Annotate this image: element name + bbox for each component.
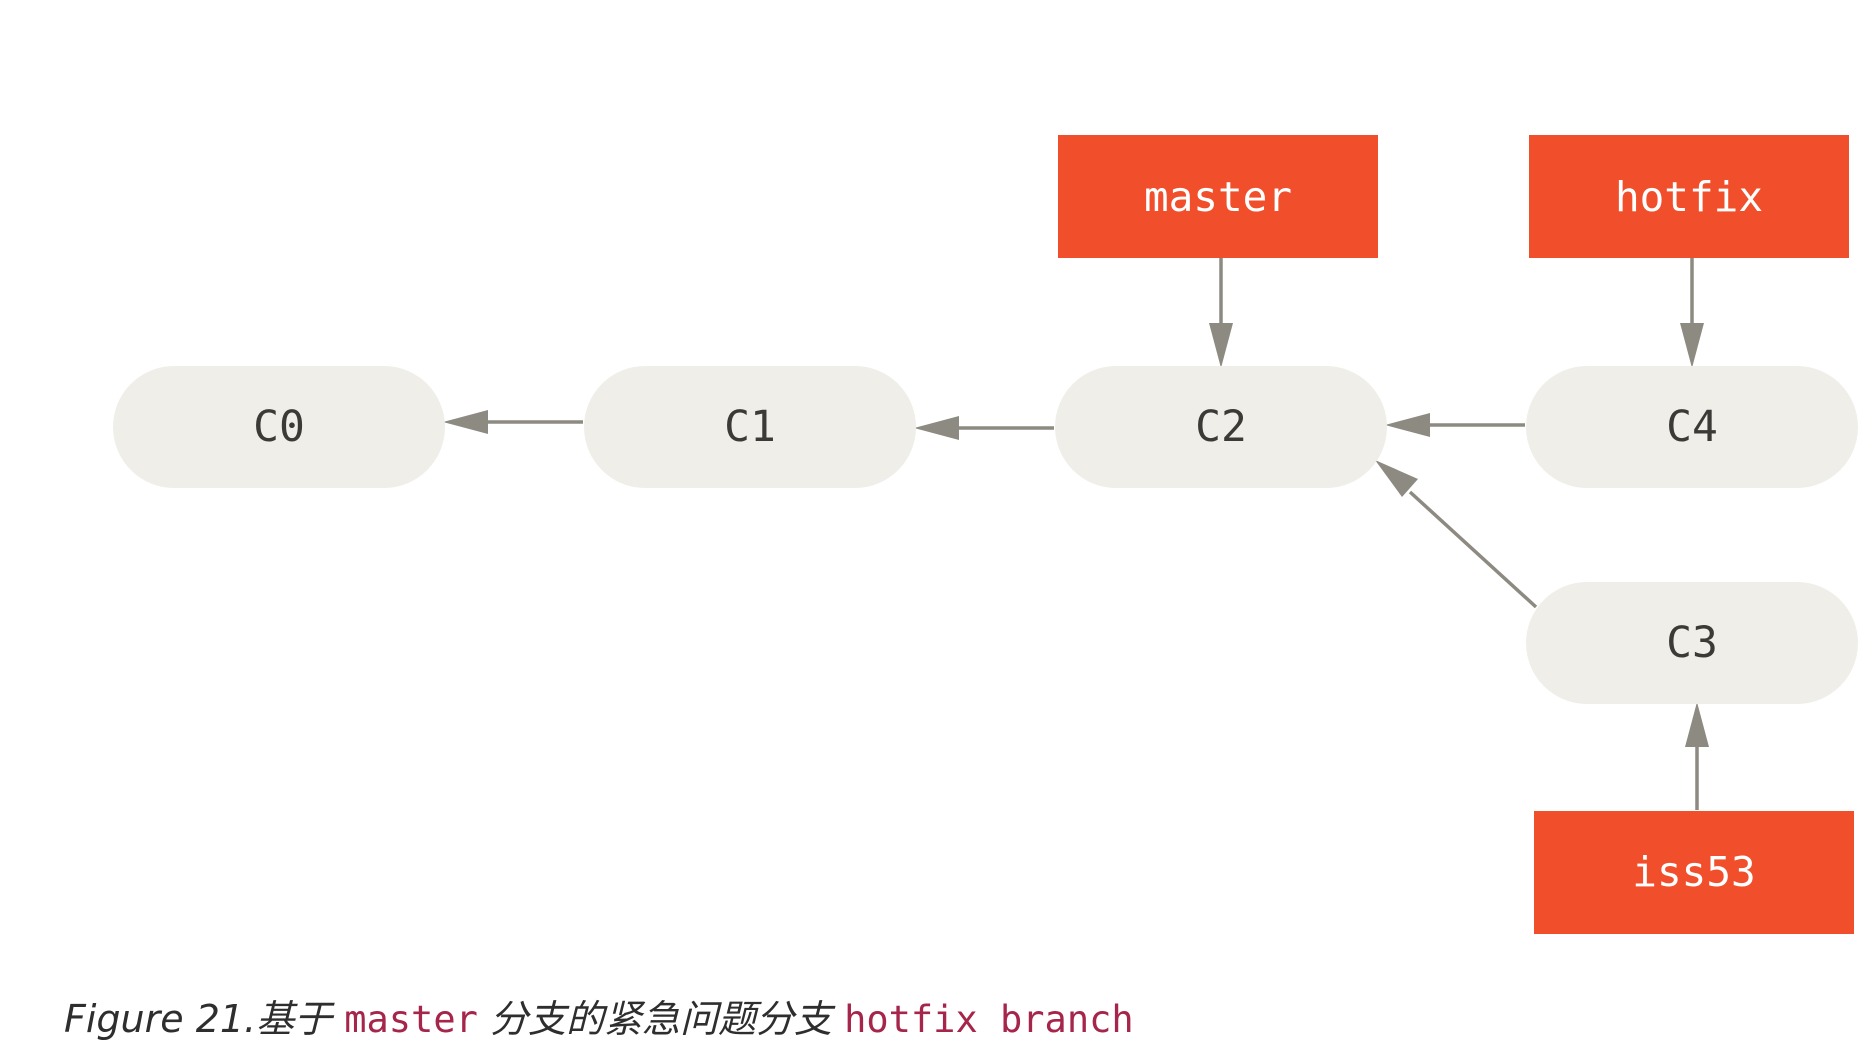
- commit-c2: C2: [1055, 366, 1387, 488]
- figure-caption: Figure 21.基于 master 分支的紧急问题分支 hotfix bra…: [64, 988, 1134, 1043]
- git-branch-diagram: C0 C1 C2 C4 C3 master hotfix iss53: [113, 135, 1858, 934]
- branch-hotfix-label: hotfix: [1615, 173, 1763, 221]
- branch-master: master: [1058, 135, 1378, 258]
- edge-hotfix-to-c4: [1680, 258, 1704, 368]
- edge-c2-to-c1: [914, 416, 1054, 440]
- edge-c1-to-c0: [443, 410, 583, 434]
- caption-figure-number: Figure 21.: [64, 997, 257, 1041]
- edge-c4-to-c2: [1385, 413, 1525, 437]
- caption-text-1: 基于: [256, 997, 345, 1041]
- commit-c4: C4: [1526, 366, 1858, 488]
- branch-hotfix: hotfix: [1529, 135, 1849, 258]
- commit-c0-label: C0: [253, 402, 305, 452]
- caption-text-2: 分支的紧急问题分支: [477, 997, 845, 1041]
- commit-c3: C3: [1526, 582, 1858, 704]
- commit-c4-label: C4: [1666, 402, 1718, 452]
- edge-c3-to-c2: [1375, 460, 1538, 609]
- commit-c2-label: C2: [1195, 402, 1247, 452]
- caption-code-master: master: [344, 998, 478, 1041]
- branch-iss53-label: iss53: [1632, 848, 1755, 896]
- commit-c1: C1: [584, 366, 916, 488]
- branch-master-label: master: [1144, 173, 1292, 221]
- edge-iss53-to-c3: [1685, 702, 1709, 810]
- commit-c0: C0: [113, 366, 445, 488]
- commit-c3-label: C3: [1666, 618, 1718, 668]
- branch-iss53: iss53: [1534, 811, 1854, 934]
- edge-master-to-c2: [1209, 258, 1233, 368]
- caption-code-hotfix: hotfix branch: [844, 998, 1134, 1041]
- commit-c1-label: C1: [724, 402, 776, 452]
